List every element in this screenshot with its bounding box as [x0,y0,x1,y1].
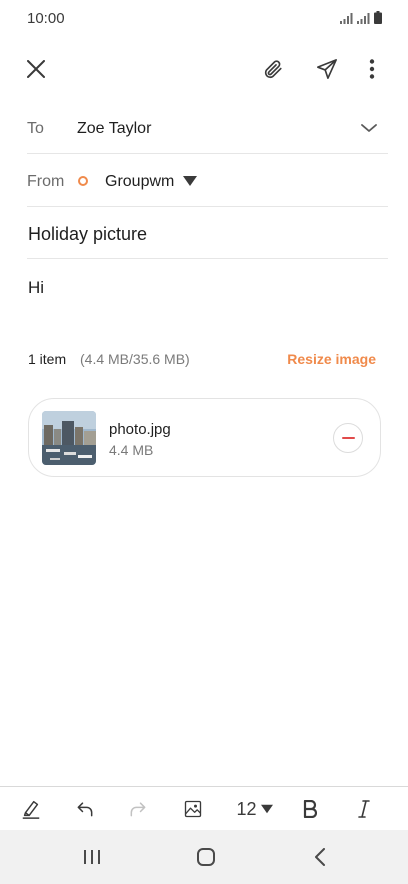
to-recipient[interactable]: Zoe Taylor [77,120,151,138]
system-nav-bar [0,830,408,884]
from-account[interactable]: Groupwm [105,173,174,191]
send-icon [317,59,337,79]
message-body[interactable]: Hi [28,278,44,298]
to-row[interactable]: To Zoe Taylor [27,103,388,154]
formatting-toolbar: 12 [0,786,408,830]
home-button[interactable] [186,841,226,873]
bold-button[interactable] [296,787,324,831]
signal-icon [340,13,353,24]
battery-icon [374,11,382,24]
more-options-button[interactable] [351,48,393,90]
account-indicator-icon [78,176,88,186]
attachment-count: 1 item [28,351,67,367]
status-time: 10:00 [27,10,65,27]
attachment-item[interactable]: photo.jpg 4.4 MB [28,398,381,477]
from-row[interactable]: From Groupwm [27,154,388,207]
insert-image-icon [184,800,202,818]
send-button[interactable] [306,48,348,90]
recents-icon [84,850,100,864]
dropdown-icon [260,804,273,814]
subject-row[interactable]: Holiday picture [27,207,388,259]
redo-icon [130,802,146,817]
recents-button[interactable] [72,841,112,873]
italic-icon [358,800,370,818]
italic-button[interactable] [350,787,378,831]
attachment-name: photo.jpg [109,421,171,438]
status-icons [340,11,382,24]
highlight-button[interactable] [16,787,46,831]
undo-icon [77,802,93,817]
paperclip-icon [264,60,282,79]
remove-attachment-button[interactable] [333,423,363,453]
chevron-down-icon[interactable] [358,117,380,139]
home-icon [197,848,215,866]
undo-button[interactable] [70,787,100,831]
font-size-value: 12 [236,798,257,819]
resize-image-button[interactable]: Resize image [287,351,376,367]
signal-icon [357,13,370,24]
back-button[interactable] [300,841,340,873]
attachment-size-summary: (4.4 MB/35.6 MB) [80,351,190,367]
to-label: To [27,120,44,137]
attachment-file-size: 4.4 MB [109,442,154,458]
highlighter-icon [22,800,40,819]
attachment-thumbnail [42,411,96,465]
back-icon [315,848,325,866]
insert-image-button[interactable] [178,787,208,831]
compose-toolbar [0,48,408,90]
more-vert-icon [369,59,375,79]
subject-field[interactable]: Holiday picture [28,224,147,245]
close-button[interactable] [15,48,57,90]
bold-icon [303,800,317,818]
redo-button[interactable] [123,787,153,831]
close-icon [27,60,45,78]
dropdown-icon[interactable] [182,174,198,188]
status-bar: 10:00 [0,0,408,38]
from-label: From [27,173,65,190]
font-size-button[interactable]: 12 [232,787,278,831]
minus-icon [341,437,355,439]
attach-button[interactable] [252,48,294,90]
